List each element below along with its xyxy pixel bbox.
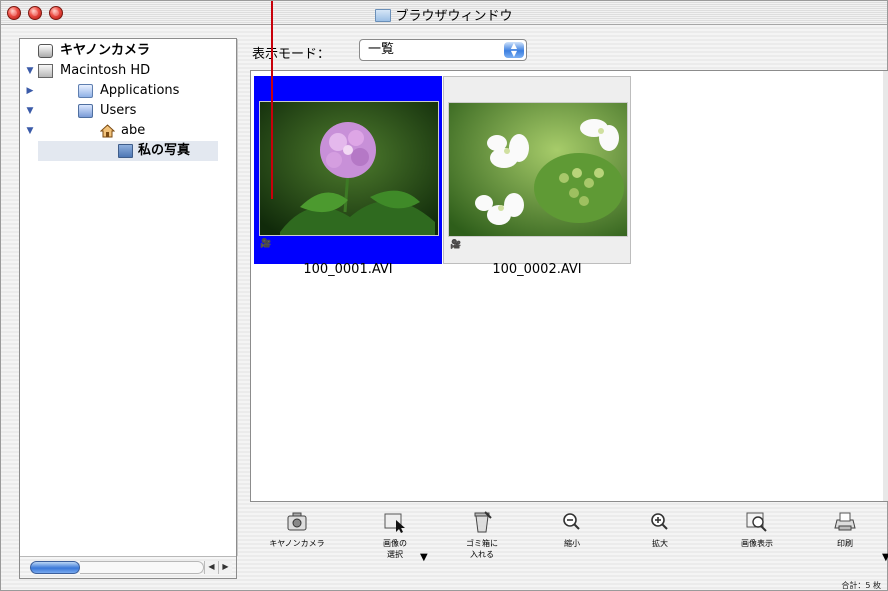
zoom-out-icon [559, 510, 585, 534]
tree-item-label: Users [100, 103, 137, 118]
toolbar-label: ゴミ箱に 入れる [466, 539, 498, 559]
thumbnail-pane[interactable]: 🎥 100_0001.AVI 🎥 100_0002.AVI [250, 70, 888, 502]
scrollbar-track[interactable] [80, 561, 204, 574]
folder-icon [118, 144, 133, 158]
print-button[interactable]: 印刷 ▼ [800, 510, 888, 576]
zoom-in-button[interactable]: 拡大 [615, 510, 705, 576]
scrollbar-thumb[interactable] [30, 561, 80, 574]
thumbnail-image [448, 102, 628, 237]
toolbar-label: 拡大 [652, 539, 668, 548]
tree-item-abe[interactable]: ▼ abe [20, 121, 220, 141]
chevron-down-icon[interactable]: ▼ [882, 552, 888, 563]
view-image-button[interactable]: 画像表示 [712, 510, 802, 576]
window-title: ブラウザウィンドウ [1, 5, 887, 24]
toolbar-label: 画像表示 [741, 539, 773, 548]
browser-window: ブラウザウィンドウ キヤノンカメラ ▼ Macintosh HD ▶ Appli… [0, 0, 888, 591]
view-mode-select[interactable]: 一覧 ▲ ▼ [359, 39, 527, 61]
select-arrows-icon: ▲ ▼ [504, 42, 524, 58]
tree-item-my-photos[interactable]: 私の写真 [38, 141, 218, 161]
tree-item-label: Applications [100, 83, 180, 98]
toolbar-label: キヤノンカメラ [269, 539, 325, 548]
trash-icon [469, 510, 495, 534]
tree-item-applications[interactable]: ▶ Applications [20, 81, 220, 101]
tree-item-macintosh-hd[interactable]: ▼ Macintosh HD [20, 61, 220, 81]
view-image-icon [744, 510, 770, 534]
printer-icon [832, 510, 858, 534]
annotation-pointer-line [271, 1, 273, 199]
zoom-out-button[interactable]: 縮小 [527, 510, 617, 576]
movie-camera-icon: 🎥 [450, 240, 462, 250]
window-title-text: ブラウザウィンドウ [395, 9, 513, 24]
tree-item-label: abe [121, 123, 146, 138]
zoom-in-icon [647, 510, 673, 534]
disclosure-triangle-collapsed[interactable]: ▶ [24, 81, 36, 101]
total-count-text: 合計：5 枚 [841, 581, 881, 590]
view-mode-value: 一覧 [368, 42, 395, 57]
scroll-left-arrow[interactable]: ◀ [204, 561, 218, 574]
scroll-right-arrow[interactable]: ▶ [218, 561, 232, 574]
canon-camera-button[interactable]: キヤノンカメラ [252, 510, 342, 576]
tree-item-canon-camera[interactable]: キヤノンカメラ [20, 41, 220, 61]
tree-item-label: 私の写真 [138, 143, 191, 158]
camera-icon [38, 44, 53, 58]
content-vertical-scrollbar[interactable] [883, 71, 888, 501]
sidebar-tree: キヤノンカメラ ▼ Macintosh HD ▶ Applications ▼ … [19, 38, 238, 579]
toolbar-label: 印刷 [837, 539, 853, 548]
camera-icon [284, 510, 310, 534]
hard-disk-icon [38, 64, 53, 78]
sidebar-tree-scroll-area[interactable]: キヤノンカメラ ▼ Macintosh HD ▶ Applications ▼ … [20, 39, 238, 556]
select-images-button[interactable]: 画像の 選択 ▼ [350, 510, 440, 576]
disclosure-triangle-expanded[interactable]: ▼ [24, 121, 36, 141]
thumbnail-item[interactable]: 🎥 [443, 76, 631, 264]
thumbnail-filename[interactable]: 100_0002.AVI [443, 262, 631, 277]
title-bar[interactable]: ブラウザウィンドウ [1, 1, 887, 25]
tree-item-users[interactable]: ▼ Users [20, 101, 220, 121]
disclosure-triangle-expanded[interactable]: ▼ [24, 61, 36, 81]
status-bar: 合計：5 枚 [19, 579, 888, 591]
sidebar-horizontal-scrollbar[interactable]: ◀ ▶ [20, 556, 236, 578]
view-mode-label: 表示モード： [252, 47, 331, 62]
toolbar-label: 縮小 [564, 539, 580, 548]
chevron-down-icon[interactable]: ▼ [420, 552, 428, 563]
thumbnail-item-selected[interactable]: 🎥 [254, 76, 442, 264]
users-folder-icon [78, 104, 93, 118]
move-to-trash-button[interactable]: ゴミ箱に 入れる [437, 510, 527, 576]
select-cursor-icon [382, 510, 408, 534]
thumbnail-filename[interactable]: 100_0001.AVI [254, 262, 442, 277]
movie-camera-icon: 🎥 [260, 239, 272, 249]
home-icon [99, 124, 116, 138]
bottom-toolbar: キヤノンカメラ 画像の 選択 ▼ ゴミ箱に 入れる 縮小 拡大 画像表示 印刷 … [250, 504, 888, 576]
folder-icon [375, 9, 392, 22]
tree-item-label: Macintosh HD [60, 63, 151, 78]
thumbnail-image [259, 101, 439, 236]
disclosure-triangle-expanded[interactable]: ▼ [24, 101, 36, 121]
applications-folder-icon [78, 84, 93, 98]
tree-item-label: キヤノンカメラ [60, 43, 150, 58]
